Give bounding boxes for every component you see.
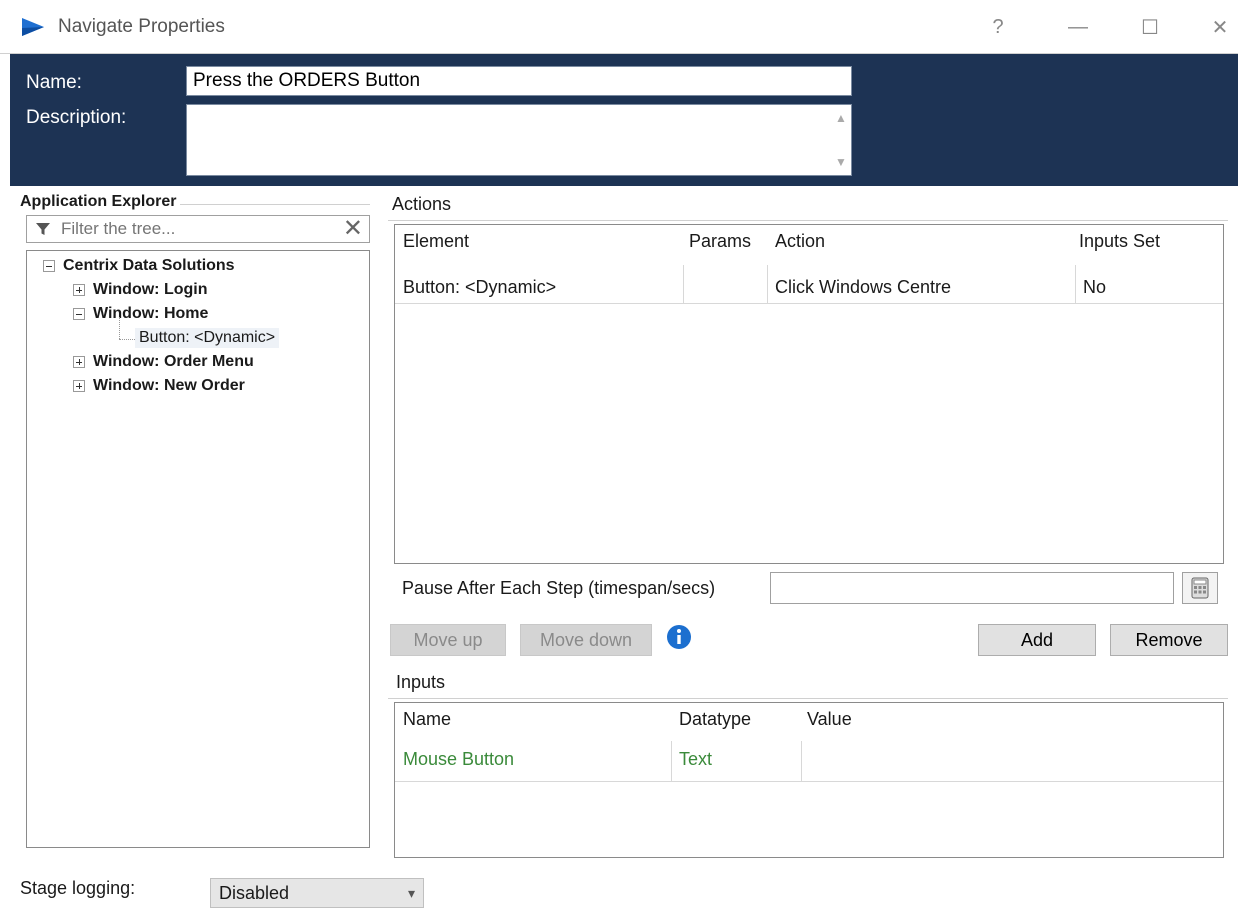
scroll-down-icon[interactable]: ▼ (835, 155, 847, 169)
row-divider (395, 781, 1223, 782)
column-header-datatype[interactable]: Datatype (679, 709, 751, 730)
scroll-up-icon[interactable]: ▲ (835, 111, 847, 125)
tree-node-label: Button: <Dynamic> (135, 328, 280, 348)
expand-icon[interactable] (73, 380, 85, 392)
help-button[interactable]: ? (978, 10, 1018, 44)
inputs-grid[interactable]: Name Datatype Value Mouse Button Text (394, 702, 1224, 858)
tree-filter[interactable]: ✕ (26, 215, 370, 243)
stage-logging-label: Stage logging: (20, 878, 136, 898)
column-header-action[interactable]: Action (775, 231, 825, 252)
expand-icon[interactable] (73, 356, 85, 368)
minimize-button[interactable]: — (1058, 10, 1098, 44)
collapse-icon[interactable] (73, 308, 85, 320)
clear-filter-icon[interactable]: ✕ (343, 216, 363, 242)
tree-node-home[interactable]: Window: Home (73, 305, 208, 323)
add-button[interactable]: Add (978, 624, 1096, 656)
expand-icon[interactable] (73, 284, 85, 296)
column-header-element[interactable]: Element (403, 231, 469, 252)
column-divider (801, 741, 802, 781)
description-input[interactable]: ▲ ▼ (186, 104, 852, 176)
column-divider (683, 265, 684, 303)
stage-logging-select[interactable]: Disabled ▾ (210, 878, 424, 908)
tree-node-order-menu[interactable]: Window: Order Menu (73, 353, 254, 371)
row-divider (395, 303, 1223, 304)
column-header-params[interactable]: Params (689, 231, 751, 252)
calculator-icon (1191, 577, 1209, 599)
column-divider (1075, 265, 1076, 303)
column-divider (767, 265, 768, 303)
filter-input[interactable] (61, 218, 331, 240)
actions-tab[interactable]: Actions (392, 194, 451, 215)
action-cell-inputs-set[interactable]: No (1083, 277, 1106, 298)
explorer-title: Application Explorer (20, 193, 181, 211)
collapse-icon[interactable] (43, 260, 55, 272)
tree-connector (119, 339, 135, 340)
tree-node-label: Window: Home (93, 305, 209, 322)
column-header-name[interactable]: Name (403, 709, 451, 730)
input-cell-datatype[interactable]: Text (679, 749, 712, 770)
stage-logging-value: Disabled (219, 882, 290, 903)
application-tree[interactable]: Centrix Data Solutions Window: Login Win… (26, 250, 370, 848)
tree-node-root[interactable]: Centrix Data Solutions (43, 257, 235, 275)
remove-button[interactable]: Remove (1110, 624, 1228, 656)
info-icon[interactable] (666, 624, 692, 650)
description-scrollbar[interactable]: ▲ ▼ (831, 105, 851, 175)
calculator-button[interactable] (1182, 572, 1218, 604)
action-cell-element[interactable]: Button: <Dynamic> (403, 277, 556, 298)
tree-node-label: Centrix Data Solutions (63, 257, 235, 274)
move-up-button[interactable]: Move up (390, 624, 506, 656)
tree-node-button-dynamic[interactable]: Button: <Dynamic> (135, 328, 280, 348)
tree-node-new-order[interactable]: Window: New Order (73, 377, 245, 395)
name-input[interactable]: Press the ORDERS Button (186, 66, 852, 96)
actions-divider (388, 220, 1228, 221)
window-title: Navigate Properties (58, 16, 225, 37)
column-header-value[interactable]: Value (807, 709, 852, 730)
tree-node-login[interactable]: Window: Login (73, 281, 207, 299)
description-label: Description: (26, 107, 127, 128)
close-button[interactable]: ✕ (1200, 10, 1238, 44)
name-label: Name: (26, 72, 82, 93)
filter-icon (36, 223, 50, 235)
tree-connector (119, 317, 120, 339)
chevron-down-icon[interactable]: ▾ (408, 885, 415, 902)
inputs-divider (388, 698, 1228, 699)
action-cell-action[interactable]: Click Windows Centre (775, 277, 951, 298)
input-cell-name[interactable]: Mouse Button (403, 749, 514, 770)
tree-node-label: Window: Order Menu (93, 353, 254, 370)
inputs-tab[interactable]: Inputs (396, 672, 445, 693)
move-down-button[interactable]: Move down (520, 624, 652, 656)
pause-label: Pause After Each Step (timespan/secs) (402, 578, 716, 598)
app-logo-icon (22, 18, 44, 36)
column-divider (671, 741, 672, 781)
tree-node-label: Window: New Order (93, 377, 245, 394)
maximize-button[interactable]: ☐ (1130, 10, 1170, 44)
column-header-inputs-set[interactable]: Inputs Set (1079, 231, 1160, 252)
pause-input[interactable] (770, 572, 1174, 604)
tree-node-label: Window: Login (93, 281, 208, 298)
actions-grid[interactable]: Element Params Action Inputs Set Button:… (394, 224, 1224, 564)
